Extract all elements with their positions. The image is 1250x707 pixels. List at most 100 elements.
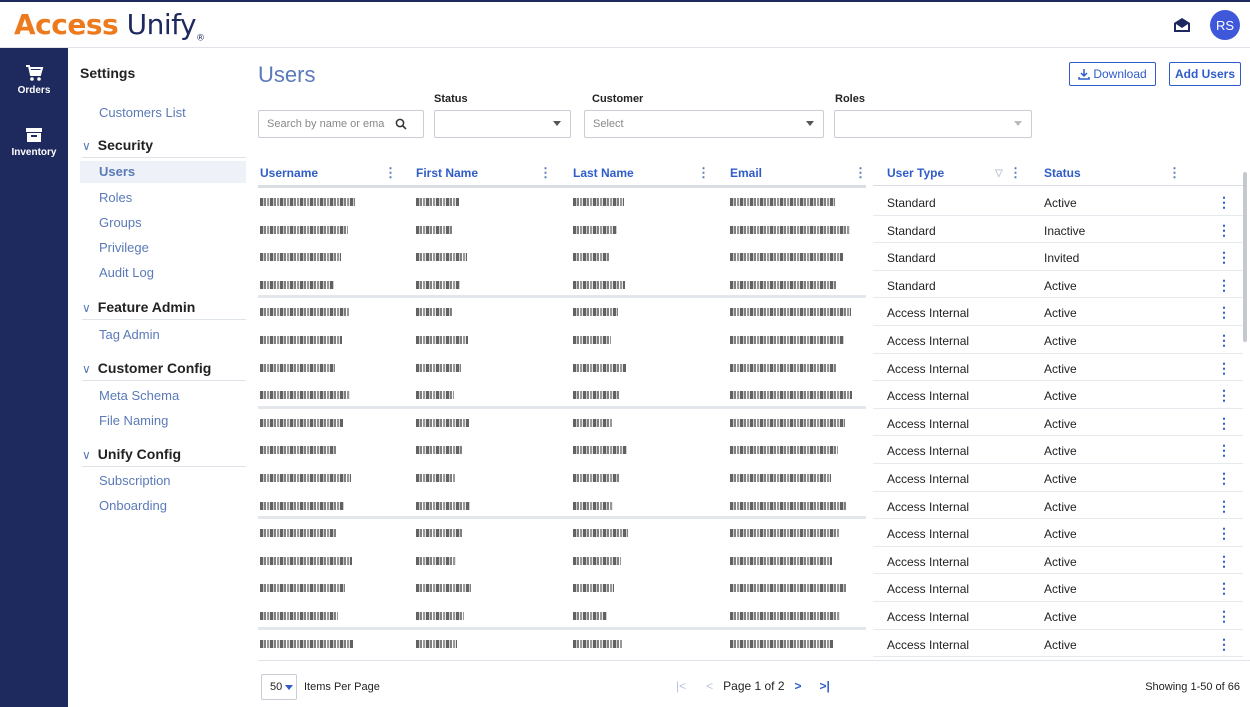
user-avatar[interactable]: RS — [1210, 10, 1240, 40]
row-actions-icon[interactable]: ⋮ — [1217, 304, 1231, 321]
nav-file-naming[interactable]: File Naming — [99, 413, 168, 428]
row-actions-icon[interactable]: ⋮ — [1217, 470, 1231, 487]
prev-page-icon[interactable]: < — [706, 679, 713, 693]
vertical-scrollbar[interactable] — [1242, 162, 1248, 660]
row-actions-icon[interactable]: ⋮ — [1217, 525, 1231, 542]
table-row[interactable]: Access Internal Active ⋮ — [258, 436, 1244, 464]
search-field[interactable] — [258, 110, 424, 138]
row-actions-icon[interactable]: ⋮ — [1217, 387, 1231, 404]
row-actions-icon[interactable]: ⋮ — [1217, 194, 1231, 211]
redacted-cell — [573, 391, 619, 400]
table-row[interactable]: Standard Invited ⋮ — [258, 243, 1244, 271]
redacted-cell — [730, 584, 847, 593]
column-menu-icon[interactable]: ⋮ — [1168, 165, 1181, 181]
nav-group-feature-admin[interactable]: ∨ Feature Admin — [82, 299, 246, 320]
column-menu-icon[interactable]: ⋮ — [854, 165, 867, 181]
roles-select[interactable] — [834, 110, 1032, 138]
nav-tag-admin[interactable]: Tag Admin — [99, 327, 160, 342]
redacted-cell — [416, 612, 464, 620]
scrollbar-thumb[interactable] — [1243, 172, 1247, 342]
nav-group-unify-config[interactable]: ∨ Unify Config — [82, 446, 246, 467]
customer-select[interactable]: Select — [584, 110, 824, 138]
nav-customers-list[interactable]: Customers List — [99, 105, 186, 120]
col-last-name[interactable]: Last Name — [573, 166, 634, 180]
nav-groups[interactable]: Groups — [99, 215, 142, 230]
redacted-cell — [573, 198, 624, 206]
rail-item-inventory[interactable]: Inventory — [0, 110, 68, 172]
add-users-button[interactable]: Add Users — [1169, 62, 1241, 86]
table-row[interactable]: Access Internal Active ⋮ — [258, 574, 1244, 602]
table-row[interactable]: Access Internal Active ⋮ — [258, 409, 1244, 437]
column-menu-icon[interactable]: ⋮ — [384, 165, 397, 181]
table-row[interactable]: Standard Active ⋮ — [258, 188, 1244, 216]
nav-subscription[interactable]: Subscription — [99, 473, 171, 488]
status-filter-label: Status — [434, 93, 468, 105]
redacted-cell — [416, 363, 461, 372]
column-menu-icon[interactable]: ⋮ — [697, 165, 710, 181]
page-indicator: Page 1 of 2 — [723, 679, 785, 693]
table-row[interactable]: Access Internal Active ⋮ — [258, 602, 1244, 630]
first-page-icon[interactable]: |< — [676, 679, 686, 693]
nav-audit-log[interactable]: Audit Log — [99, 265, 154, 280]
table-row[interactable]: Access Internal Active ⋮ — [258, 492, 1244, 520]
row-actions-icon[interactable]: ⋮ — [1217, 249, 1231, 266]
redacted-cell — [416, 501, 470, 510]
brand-logo[interactable]: Access Unify® — [14, 8, 205, 44]
row-actions-icon[interactable]: ⋮ — [1217, 553, 1231, 570]
table-row[interactable]: Access Internal Active ⋮ — [258, 326, 1244, 354]
table-row[interactable]: Standard Inactive ⋮ — [258, 216, 1244, 244]
envelope-open-icon[interactable] — [1172, 15, 1192, 35]
nav-roles[interactable]: Roles — [99, 190, 132, 205]
filter-icon[interactable]: ▽ — [995, 168, 1003, 179]
table-row[interactable]: Access Internal Active ⋮ — [258, 630, 1244, 658]
redacted-cell — [730, 391, 852, 400]
column-menu-icon[interactable]: ⋮ — [1009, 165, 1022, 181]
nav-meta-schema[interactable]: Meta Schema — [99, 388, 179, 403]
row-actions-icon[interactable]: ⋮ — [1217, 498, 1231, 515]
col-user-type[interactable]: User Type — [887, 166, 944, 180]
nav-group-security[interactable]: ∨ Security — [82, 137, 246, 158]
cell-user-type: Access Internal — [887, 499, 970, 514]
redacted-cell — [260, 584, 345, 593]
table-row[interactable]: Access Internal Active ⋮ — [258, 464, 1244, 492]
redacted-cell — [573, 556, 621, 565]
status-select[interactable] — [434, 110, 571, 138]
redacted-cell — [730, 336, 844, 344]
table-row[interactable]: Standard Active ⋮ — [258, 271, 1244, 299]
row-actions-icon[interactable]: ⋮ — [1217, 636, 1231, 653]
row-actions-icon[interactable]: ⋮ — [1217, 277, 1231, 294]
nav-onboarding[interactable]: Onboarding — [99, 498, 167, 513]
row-actions-icon[interactable]: ⋮ — [1217, 580, 1231, 597]
next-page-icon[interactable]: > — [795, 679, 802, 693]
redacted-cell — [416, 584, 471, 593]
row-actions-icon[interactable]: ⋮ — [1217, 608, 1231, 625]
nav-group-customer-config[interactable]: ∨ Customer Config — [82, 360, 246, 381]
table-row[interactable]: Access Internal Active ⋮ — [258, 298, 1244, 326]
col-email[interactable]: Email — [730, 166, 762, 180]
rail-item-orders[interactable]: Orders — [0, 48, 68, 110]
table-row[interactable]: Access Internal Active ⋮ — [258, 381, 1244, 409]
redacted-cell — [416, 198, 459, 206]
search-input[interactable] — [267, 118, 395, 130]
row-actions-icon[interactable]: ⋮ — [1217, 332, 1231, 349]
col-status[interactable]: Status — [1044, 166, 1081, 180]
table-row[interactable]: Access Internal Active ⋮ — [258, 547, 1244, 575]
redacted-cell — [573, 225, 617, 234]
column-menu-icon[interactable]: ⋮ — [539, 165, 552, 181]
download-icon — [1078, 69, 1091, 80]
row-actions-icon[interactable]: ⋮ — [1217, 415, 1231, 432]
row-actions-icon[interactable]: ⋮ — [1217, 222, 1231, 239]
col-first-name[interactable]: First Name — [416, 166, 478, 180]
nav-users[interactable]: Users — [80, 161, 246, 183]
last-page-icon[interactable]: >| — [820, 679, 830, 693]
nav-privilege[interactable]: Privilege — [99, 240, 149, 255]
search-icon[interactable] — [395, 118, 407, 130]
col-username[interactable]: Username — [260, 166, 318, 180]
row-actions-icon[interactable]: ⋮ — [1217, 360, 1231, 377]
table-row[interactable]: Access Internal Active ⋮ — [258, 354, 1244, 382]
left-rail: Orders Inventory — [0, 48, 68, 707]
table-row[interactable]: Access Internal Active ⋮ — [258, 519, 1244, 547]
page-size-select[interactable]: 50 — [261, 674, 297, 700]
download-button[interactable]: Download — [1069, 62, 1156, 86]
row-actions-icon[interactable]: ⋮ — [1217, 442, 1231, 459]
